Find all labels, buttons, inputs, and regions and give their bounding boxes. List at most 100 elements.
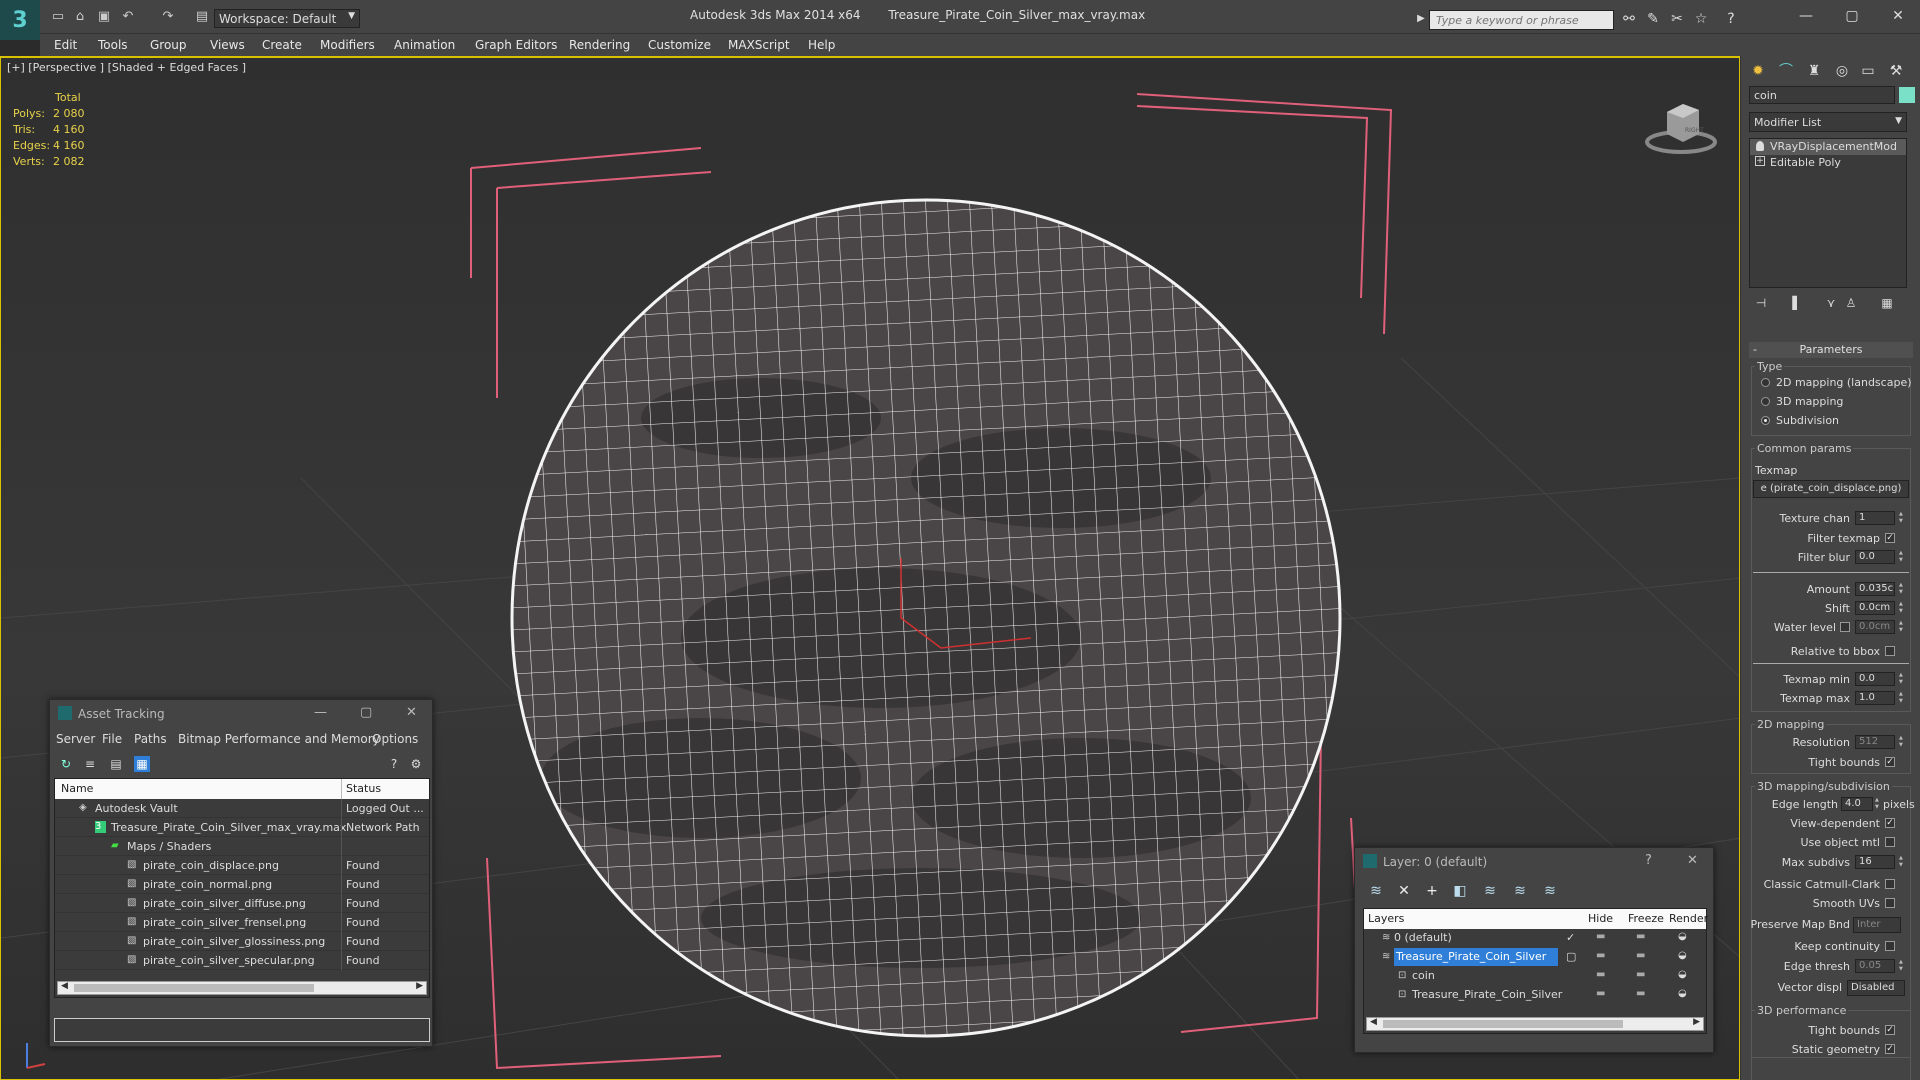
pin-stack-icon[interactable]: ⊣	[1753, 296, 1769, 312]
close-button[interactable]: ✕	[1687, 853, 1698, 868]
column-layers[interactable]: Layers	[1368, 912, 1404, 925]
menu-customize[interactable]: Customize	[648, 38, 711, 52]
menu-views[interactable]: Views	[210, 38, 245, 52]
static-geometry-checkbox[interactable]: ✓	[1885, 1044, 1895, 1054]
modifier-list-dropdown[interactable]: Modifier List ▼	[1749, 112, 1907, 132]
texmap-button[interactable]: e (pirate_coin_displace.png)	[1753, 480, 1909, 498]
binoculars-icon[interactable]: ⚯	[1620, 10, 1638, 28]
search-expand-icon[interactable]: ▶	[1412, 10, 1430, 28]
select-objects-icon[interactable]: ◧	[1451, 882, 1469, 900]
scrollbar-thumb[interactable]	[1383, 1020, 1623, 1028]
menu-modifiers[interactable]: Modifiers	[320, 38, 375, 52]
viewport-label[interactable]: [+] [Perspective ] [Shaded + Edged Faces…	[7, 61, 246, 74]
spinner-arrows-icon[interactable]: ▲ ▼	[1899, 959, 1905, 973]
teapot-render-icon[interactable]: ◒	[1678, 988, 1687, 999]
vector-displ-dropdown[interactable]: Disabled	[1847, 980, 1905, 996]
help-button[interactable]: ?	[1645, 853, 1652, 868]
object-color-swatch[interactable]	[1899, 87, 1915, 103]
menu-rendering[interactable]: Rendering	[569, 38, 630, 52]
table-row[interactable]: ▧ pirate_coin_silver_diffuse.png Found	[55, 894, 429, 913]
column-freeze[interactable]: Freeze	[1628, 912, 1664, 925]
save-file-icon[interactable]: ▣	[96, 9, 112, 25]
project-folder-icon[interactable]: ▤	[194, 9, 210, 25]
spinner-arrows-icon[interactable]: ▲ ▼	[1899, 672, 1905, 686]
stack-item-editable-poly[interactable]: + Editable Poly	[1750, 155, 1906, 171]
preserve-map-bnd-dropdown[interactable]: Inter	[1853, 917, 1901, 933]
column-status[interactable]: Status	[346, 782, 381, 795]
radio-subdivision[interactable]: Subdivision	[1761, 414, 1839, 427]
filter-texmap-checkbox[interactable]: ✓	[1885, 533, 1895, 543]
layer-row-selected[interactable]: ≋ Treasure_Pirate_Coin_Silver ▢ ▬ ▬ ◒	[1364, 948, 1706, 967]
redo-icon[interactable]: ↷	[160, 9, 176, 25]
teapot-render-icon[interactable]: ◒	[1678, 950, 1687, 961]
minimize-button[interactable]: —	[314, 705, 327, 720]
asset-path-field[interactable]	[54, 1018, 430, 1042]
configure-sets-icon[interactable]: ▦	[1879, 296, 1895, 312]
texmap-min-spinner[interactable]: 0.0	[1855, 672, 1895, 686]
motion-tab-icon[interactable]: ◎	[1831, 60, 1853, 82]
menu-file[interactable]: File	[102, 732, 122, 746]
spinner-arrows-icon[interactable]: ▲ ▼	[1899, 601, 1905, 615]
edge-thresh-spinner[interactable]: 0.05	[1855, 959, 1895, 973]
menu-help[interactable]: Help	[808, 38, 835, 52]
table-row[interactable]: ▧ pirate_coin_normal.png Found	[55, 875, 429, 894]
menu-animation[interactable]: Animation	[394, 38, 455, 52]
favorites-star-icon[interactable]: ☆	[1692, 10, 1710, 28]
smooth-uvs-checkbox[interactable]	[1885, 898, 1895, 908]
column-render[interactable]: Render	[1669, 912, 1708, 925]
texmap-max-spinner[interactable]: 1.0	[1855, 691, 1895, 705]
table-row[interactable]: ◈ Autodesk Vault Logged Out ...	[55, 799, 429, 818]
app-menu-button[interactable]: 3	[0, 0, 40, 40]
search-input[interactable]	[1429, 10, 1614, 30]
texture-chan-spinner[interactable]: 1	[1855, 511, 1895, 525]
table-row[interactable]: ▧ pirate_coin_silver_glossiness.png Foun…	[55, 932, 429, 951]
delete-layer-icon[interactable]: ✕	[1395, 882, 1413, 900]
menu-tools[interactable]: Tools	[98, 38, 128, 52]
table-row[interactable]: ▧ pirate_coin_silver_frensel.png Found	[55, 913, 429, 932]
horizontal-scrollbar[interactable]: ◀ ▶	[1366, 1017, 1704, 1031]
undo-icon[interactable]: ↶	[120, 9, 136, 25]
utilities-tab-icon[interactable]: ⚒	[1885, 60, 1907, 82]
asset-tracking-titlebar[interactable]: Asset Tracking — ▢ ✕	[50, 700, 432, 728]
layer-object-row[interactable]: ⊡ coin ▬ ▬ ◒	[1364, 967, 1706, 986]
perf-tight-bounds-checkbox[interactable]: ✓	[1885, 1025, 1895, 1035]
close-button[interactable]: ✕	[406, 705, 417, 720]
filter-blur-spinner[interactable]: 0.0	[1855, 550, 1895, 564]
radio-2d-mapping[interactable]: 2D mapping (landscape)	[1761, 376, 1912, 389]
expand-plus-icon[interactable]: +	[1755, 156, 1765, 166]
tight-bounds-checkbox[interactable]: ✓	[1885, 757, 1895, 767]
coin-mesh[interactable]	[479, 166, 1383, 1070]
communication-icon[interactable]: ✂	[1668, 10, 1686, 28]
maximize-button[interactable]: ▢	[360, 705, 372, 720]
menu-options[interactable]: Options	[372, 732, 418, 746]
parameters-rollout-header[interactable]: - Parameters	[1749, 342, 1913, 358]
layer-row[interactable]: ≋ 0 (default) ✓ ▬ ▬ ◒	[1364, 929, 1706, 948]
help-icon[interactable]: ?	[386, 756, 402, 772]
spinner-arrows-icon[interactable]: ▲ ▼	[1899, 691, 1905, 705]
water-level-checkbox[interactable]	[1840, 622, 1850, 632]
scroll-left-icon[interactable]: ◀	[61, 981, 68, 991]
refresh-icon[interactable]: ↻	[58, 756, 74, 772]
layer-object-row[interactable]: ⊡ Treasure_Pirate_Coin_Silver ▬ ▬ ◒	[1364, 986, 1706, 1005]
max-subdivs-spinner[interactable]: 16	[1855, 855, 1895, 869]
scroll-right-icon[interactable]: ▶	[416, 981, 423, 991]
spinner-arrows-icon[interactable]: ▲ ▼	[1899, 582, 1905, 596]
spinner-arrows-icon[interactable]: ▲ ▼	[1899, 620, 1905, 634]
table-row[interactable]: ▰ Maps / Shaders	[55, 837, 429, 856]
display-tab-icon[interactable]: ▭	[1857, 60, 1879, 82]
spinner-arrows-icon[interactable]: ▲ ▼	[1899, 550, 1905, 564]
highlight-layer-icon[interactable]: ≋	[1481, 882, 1499, 900]
table-row[interactable]: 3 Treasure_Pirate_Coin_Silver_max_vray.m…	[55, 818, 429, 837]
remove-modifier-icon[interactable]: ♙	[1843, 296, 1859, 312]
relative-bbox-checkbox[interactable]	[1885, 646, 1895, 656]
spinner-arrows-icon[interactable]: ▲ ▼	[1899, 855, 1905, 869]
menu-bitmap-performance[interactable]: Bitmap Performance and Memory	[178, 732, 380, 746]
settings-icon[interactable]: ⚙	[408, 756, 424, 772]
hierarchy-tab-icon[interactable]: ♜	[1803, 60, 1825, 82]
table-view-icon[interactable]: ▦	[134, 756, 150, 772]
freeze-all-layers-icon[interactable]: ≋	[1541, 882, 1559, 900]
help-icon[interactable]: ?	[1722, 10, 1740, 28]
table-row[interactable]: ▧ pirate_coin_silver_specular.png Found	[55, 951, 429, 970]
viewcube[interactable]: RIGHT	[1641, 90, 1721, 160]
edge-length-spinner[interactable]: 4.0	[1841, 797, 1873, 811]
